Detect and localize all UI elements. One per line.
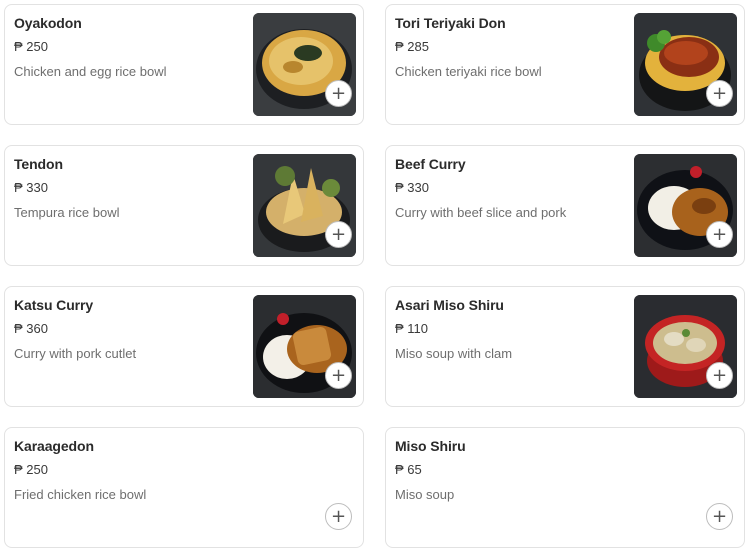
menu-item-card[interactable]: Karaagedon ₱ 250 Fried chicken rice bowl…	[4, 427, 364, 548]
add-to-cart-button[interactable]: +	[325, 362, 352, 389]
item-price: ₱ 330	[395, 180, 429, 195]
add-to-cart-button[interactable]: +	[325, 503, 352, 530]
item-description: Miso soup with clam	[395, 346, 513, 361]
menu-item-card[interactable]: Katsu Curry ₱ 360 Curry with pork cutlet…	[4, 286, 364, 407]
add-to-cart-button[interactable]: +	[325, 221, 352, 248]
item-name: Oyakodon	[14, 15, 82, 31]
menu-item-card[interactable]: Miso Shiru ₱ 65 Miso soup +	[385, 427, 745, 548]
item-description: Fried chicken rice bowl	[14, 487, 147, 502]
add-to-cart-button[interactable]: +	[706, 362, 733, 389]
item-price: ₱ 110	[395, 321, 429, 336]
item-description: Tempura rice bowl	[14, 205, 120, 220]
add-to-cart-button[interactable]: +	[706, 80, 733, 107]
menu-item-card[interactable]: Oyakodon ₱ 250 Chicken and egg rice bowl…	[4, 4, 364, 125]
item-name: Katsu Curry	[14, 297, 94, 313]
item-price: ₱ 330	[14, 180, 48, 195]
item-price: ₱ 250	[14, 39, 48, 54]
item-description: Chicken and egg rice bowl	[14, 64, 167, 79]
item-name: Beef Curry	[395, 156, 466, 172]
item-description: Miso soup	[395, 487, 455, 502]
menu-item-card[interactable]: Tendon ₱ 330 Tempura rice bowl +	[4, 145, 364, 266]
menu-item-card[interactable]: Asari Miso Shiru ₱ 110 Miso soup with cl…	[385, 286, 745, 407]
item-description: Curry with beef slice and pork	[395, 205, 567, 220]
item-name: Asari Miso Shiru	[395, 297, 504, 313]
item-price: ₱ 250	[14, 462, 48, 477]
item-price: ₱ 65	[395, 462, 422, 477]
menu-grid: Oyakodon ₱ 250 Chicken and egg rice bowl…	[0, 0, 750, 552]
item-name: Tori Teriyaki Don	[395, 15, 506, 31]
item-price: ₱ 360	[14, 321, 48, 336]
add-to-cart-button[interactable]: +	[706, 221, 733, 248]
menu-item-card[interactable]: Tori Teriyaki Don ₱ 285 Chicken teriyaki…	[385, 4, 745, 125]
add-to-cart-button[interactable]: +	[325, 80, 352, 107]
item-name: Tendon	[14, 156, 63, 172]
item-price: ₱ 285	[395, 39, 429, 54]
add-to-cart-button[interactable]: +	[706, 503, 733, 530]
menu-item-card[interactable]: Beef Curry ₱ 330 Curry with beef slice a…	[385, 145, 745, 266]
item-name: Karaagedon	[14, 438, 94, 454]
item-description: Chicken teriyaki rice bowl	[395, 64, 542, 79]
item-name: Miso Shiru	[395, 438, 466, 454]
item-description: Curry with pork cutlet	[14, 346, 137, 361]
